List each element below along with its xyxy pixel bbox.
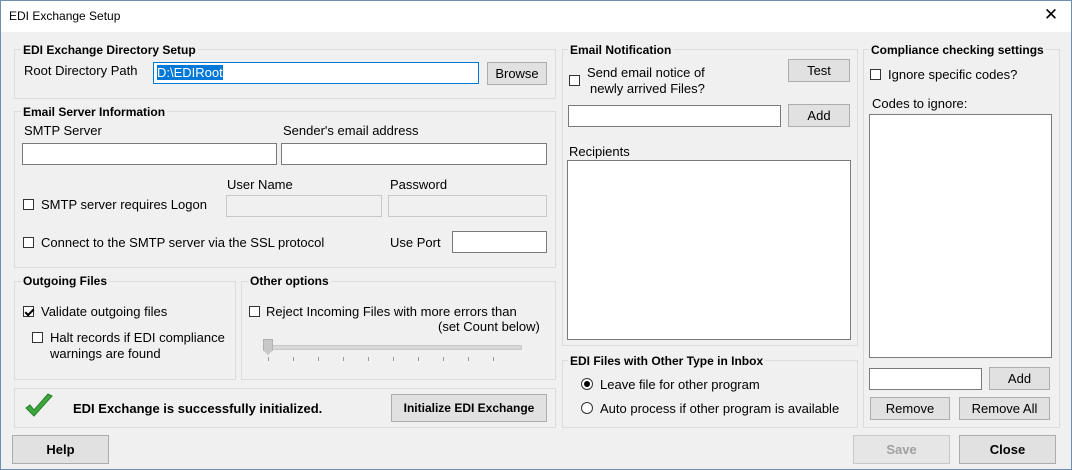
send-email-label-line2: newly arrived Files? [590, 81, 705, 96]
test-button[interactable]: Test [788, 59, 850, 82]
ssl-label: Connect to the SMTP server via the SSL p… [41, 235, 325, 250]
leave-file-label: Leave file for other program [600, 377, 760, 392]
directory-group-title: EDI Exchange Directory Setup [21, 43, 198, 57]
requires-logon-label: SMTP server requires Logon [41, 197, 207, 212]
halt-records-label-line2: warnings are found [50, 346, 161, 361]
send-email-checkbox[interactable] [569, 75, 580, 86]
setup-window: EDI Exchange Setup ✕ EDI Exchange Direct… [0, 0, 1072, 470]
ssl-checkbox[interactable] [23, 237, 34, 248]
email-server-group-title: Email Server Information [21, 105, 168, 119]
title-bar: EDI Exchange Setup ✕ [1, 1, 1071, 32]
username-input[interactable] [226, 195, 382, 217]
email-notification-title: Email Notification [568, 43, 674, 57]
reject-incoming-checkbox[interactable] [249, 306, 260, 317]
help-button[interactable]: Help [12, 435, 109, 464]
save-button[interactable]: Save [853, 435, 950, 464]
browse-button[interactable]: Browse [487, 62, 547, 85]
root-directory-input[interactable]: D:\EDIRoot [153, 62, 479, 84]
code-input[interactable] [869, 368, 982, 390]
reject-incoming-label-line2: (set Count below) [438, 319, 540, 334]
error-count-slider[interactable] [264, 345, 522, 350]
smtp-server-label: SMTP Server [24, 123, 102, 138]
port-input[interactable] [452, 231, 547, 253]
check-icon [25, 393, 53, 417]
username-label: User Name [227, 177, 293, 192]
auto-process-label: Auto process if other program is availab… [600, 401, 840, 416]
other-type-group [562, 360, 858, 428]
close-button[interactable]: Close [959, 435, 1056, 464]
password-input[interactable] [388, 195, 547, 217]
recipient-email-input[interactable] [568, 105, 781, 127]
other-options-title: Other options [248, 274, 331, 288]
ignore-codes-label: Ignore specific codes? [888, 67, 1018, 82]
send-email-label-line1: Send email notice of [587, 65, 705, 80]
auto-process-radio[interactable] [581, 402, 593, 414]
compliance-title: Compliance checking settings [869, 43, 1046, 57]
add-recipient-button[interactable]: Add [788, 104, 850, 127]
requires-logon-checkbox[interactable] [23, 199, 34, 210]
codes-list[interactable] [869, 114, 1052, 358]
recipients-label: Recipients [569, 144, 630, 159]
validate-outgoing-checkbox[interactable] [23, 306, 34, 317]
root-directory-label: Root Directory Path [24, 63, 138, 78]
recipients-list[interactable] [567, 160, 851, 340]
sender-email-input[interactable] [281, 143, 547, 165]
window-title: EDI Exchange Setup [9, 9, 121, 23]
codes-to-ignore-label: Codes to ignore: [872, 96, 968, 111]
slider-ticks [268, 357, 518, 361]
ignore-codes-checkbox[interactable] [870, 69, 881, 80]
validate-outgoing-label: Validate outgoing files [41, 304, 168, 319]
smtp-server-input[interactable] [22, 143, 277, 165]
initialize-button[interactable]: Initialize EDI Exchange [391, 394, 547, 422]
add-code-button[interactable]: Add [989, 367, 1050, 390]
reject-incoming-label-line1: Reject Incoming Files with more errors t… [266, 304, 517, 319]
halt-records-checkbox[interactable] [32, 332, 43, 343]
close-icon[interactable]: ✕ [1039, 5, 1063, 25]
root-directory-value: D:\EDIRoot [157, 65, 223, 80]
leave-file-radio[interactable] [581, 378, 593, 390]
halt-records-label-line1: Halt records if EDI compliance [50, 330, 225, 345]
remove-code-button[interactable]: Remove [870, 397, 950, 420]
password-label: Password [390, 177, 448, 192]
sender-email-label: Sender's email address [283, 123, 419, 138]
use-port-label: Use Port [390, 235, 441, 250]
status-message: EDI Exchange is successfully initialized… [73, 401, 323, 416]
outgoing-files-title: Outgoing Files [21, 274, 109, 288]
remove-all-codes-button[interactable]: Remove All [959, 397, 1050, 420]
other-type-title: EDI Files with Other Type in Inbox [568, 354, 766, 368]
